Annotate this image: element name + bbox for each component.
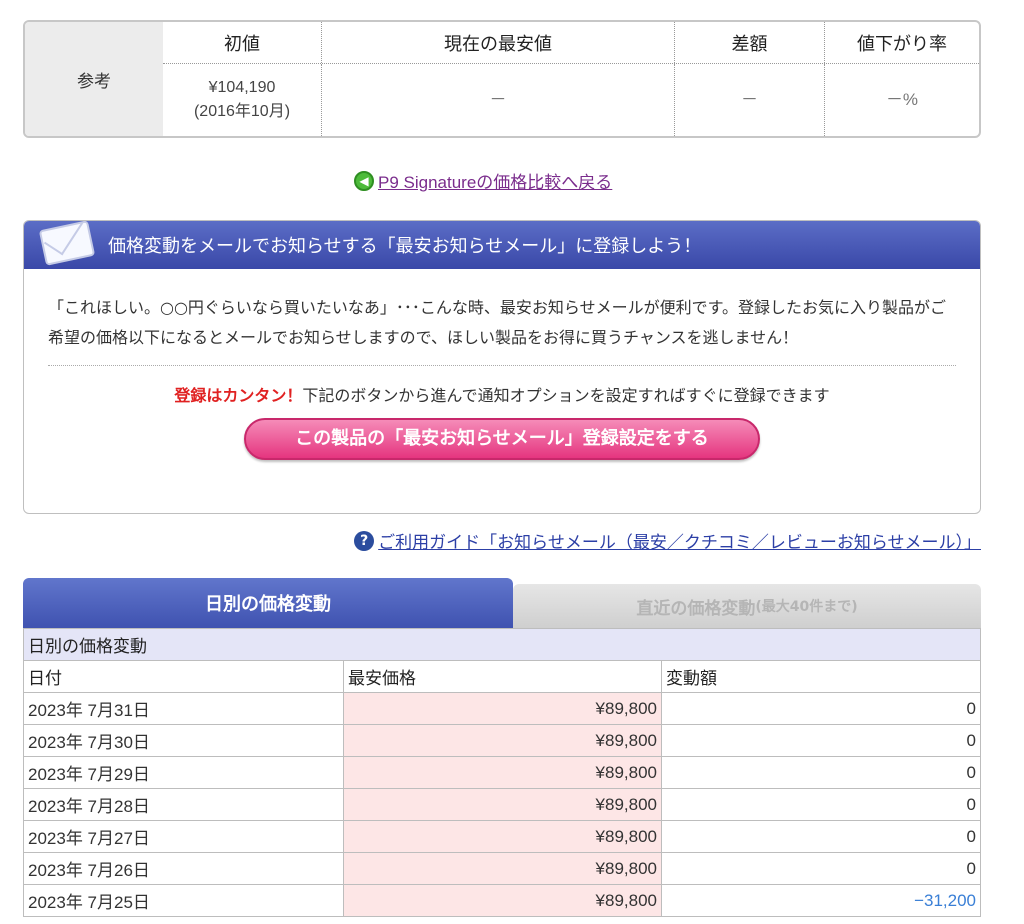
tab-recent-label: 直近の価格変動: [636, 598, 756, 619]
table-row: 2023年 7月30日 ¥89,800 0: [23, 724, 981, 757]
mail-header-text: 価格変動をメールでお知らせする「最安お知らせメール」に登録しよう！: [108, 236, 702, 257]
row-price: ¥89,800: [343, 788, 662, 821]
row-date: 2023年 7月29日: [23, 756, 344, 789]
row-price: ¥89,800: [343, 820, 662, 853]
row-price: ¥89,800: [343, 756, 662, 789]
header-difference: 差額: [674, 22, 824, 63]
row-price: ¥89,800: [343, 884, 662, 917]
reference-table: 参考 初値 現在の最安値 差額 値下がり率 ¥104,190 (2016年10月…: [23, 20, 981, 138]
tab-recent-note: (最大40件まで): [755, 599, 858, 615]
table-header-row: 日付 最安価格 変動額: [23, 660, 981, 693]
envelope-icon: [38, 221, 96, 266]
tab-daily-price[interactable]: 日別の価格変動: [23, 578, 513, 628]
table-row: 2023年 7月25日 ¥89,800 −31,200: [23, 884, 981, 917]
header-current-lowest: 現在の最安値: [321, 22, 674, 63]
row-change: 0: [661, 756, 981, 789]
row-date: 2023年 7月30日: [23, 724, 344, 757]
header-date: 日付: [23, 660, 344, 693]
row-price: ¥89,800: [343, 724, 662, 757]
initial-price-date: (2016年10月): [193, 103, 291, 120]
table-row: 2023年 7月28日 ¥89,800 0: [23, 788, 981, 821]
row-change: 0: [661, 852, 981, 885]
mail-description: 「これほしい。○○円ぐらいなら買いたいなあ」･･･こんな時、最安お知らせメールが…: [48, 298, 947, 347]
register-mail-button[interactable]: この製品の「最安お知らせメール」登録設定をする: [244, 418, 760, 460]
table-caption-row: 日別の価格変動: [23, 628, 981, 661]
drop-rate-value: －%: [824, 64, 979, 136]
current-lowest-value: －: [321, 64, 674, 136]
header-lowest-price: 最安価格: [343, 660, 662, 693]
reference-columns: 初値 現在の最安値 差額 値下がり率 ¥104,190 (2016年10月) －…: [163, 22, 979, 136]
row-change: 0: [661, 724, 981, 757]
mail-notification-box: 価格変動をメールでお知らせする「最安お知らせメール」に登録しよう！ 「これほしい…: [23, 220, 981, 514]
row-change: 0: [661, 820, 981, 853]
price-tabs: 日別の価格変動 直近の価格変動 (最大40件まで): [23, 578, 981, 628]
row-change: 0: [661, 692, 981, 725]
row-price: ¥89,800: [343, 852, 662, 885]
row-date: 2023年 7月27日: [23, 820, 344, 853]
back-to-comparison[interactable]: ◀ P9 Signatureの価格比較へ戻る: [354, 168, 612, 193]
row-date: 2023年 7月25日: [23, 884, 344, 917]
table-row: 2023年 7月29日 ¥89,800 0: [23, 756, 981, 789]
mail-divider: [48, 365, 956, 366]
mail-cta-text: 下記のボタンから進んで通知オプションを設定すればすぐに登録できます: [302, 386, 830, 405]
reference-label: 参考: [25, 22, 163, 136]
row-date: 2023年 7月26日: [23, 852, 344, 885]
question-icon: ?: [354, 530, 375, 551]
back-to-comparison-link[interactable]: P9 Signatureの価格比較へ戻る: [378, 168, 612, 193]
guide-link-text[interactable]: ご利用ガイド「お知らせメール（最安／クチコミ／レビューお知らせメール）」: [378, 528, 981, 553]
table-caption: 日別の価格変動: [23, 628, 981, 661]
row-price: ¥89,800: [343, 692, 662, 725]
table-row: 2023年 7月27日 ¥89,800 0: [23, 820, 981, 853]
guide-link[interactable]: ? ご利用ガイド「お知らせメール（最安／クチコミ／レビューお知らせメール）」: [354, 528, 981, 553]
row-change: −31,200: [661, 884, 981, 917]
table-row: 2023年 7月31日 ¥89,800 0: [23, 692, 981, 725]
mail-header: 価格変動をメールでお知らせする「最安お知らせメール」に登録しよう！: [24, 221, 980, 269]
back-arrow-icon: ◀: [354, 170, 374, 191]
header-initial-price: 初値: [224, 33, 260, 55]
reference-header-row: 初値 現在の最安値 差額 値下がり率: [163, 22, 979, 64]
row-date: 2023年 7月28日: [23, 788, 344, 821]
initial-price-value: ¥104,190: [208, 79, 276, 96]
header-drop-rate: 値下がり率: [824, 22, 979, 63]
reference-value-row: ¥104,190 (2016年10月) － － －%: [163, 64, 979, 136]
header-change: 変動額: [661, 660, 981, 693]
daily-price-table: 日別の価格変動 日付 最安価格 変動額 2023年 7月31日 ¥89,800 …: [23, 628, 981, 917]
mail-cta: 登録はカンタン！下記のボタンから進んで通知オプションを設定すればすぐに登録できま…: [24, 382, 980, 406]
initial-price-cell: ¥104,190 (2016年10月): [163, 64, 321, 136]
row-date: 2023年 7月31日: [23, 692, 344, 725]
tab-recent-price[interactable]: 直近の価格変動 (最大40件まで): [513, 584, 981, 628]
difference-value: －: [674, 64, 824, 136]
table-row: 2023年 7月26日 ¥89,800 0: [23, 852, 981, 885]
row-change: 0: [661, 788, 981, 821]
mail-cta-highlight: 登録はカンタン！: [174, 386, 303, 405]
